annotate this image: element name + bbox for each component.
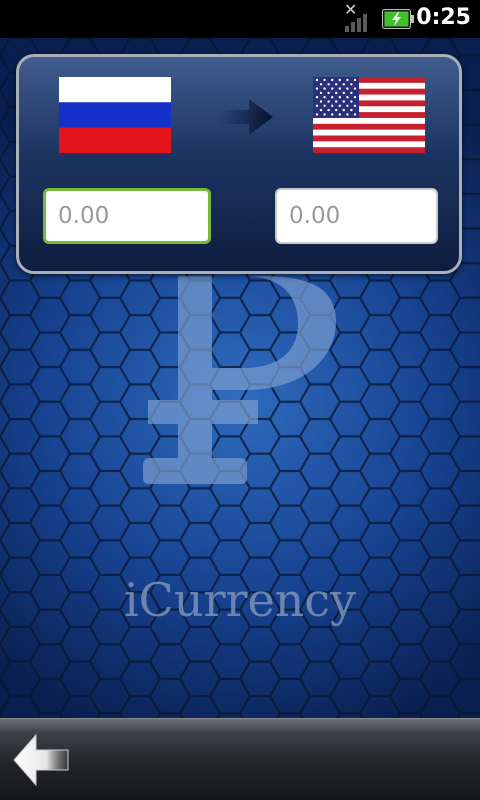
signal-icon [345, 14, 367, 32]
usa-flag-icon[interactable] [313, 77, 425, 153]
from-amount-field[interactable]: 0.00 [43, 188, 211, 244]
battery-charging-icon [382, 9, 414, 29]
app-screen: ✕ 0:25 iCurrency 0.00 0.00 [0, 0, 480, 800]
russia-flag-icon[interactable] [59, 77, 171, 153]
back-arrow-icon[interactable] [10, 731, 74, 789]
converter-panel: 0.00 0.00 [16, 54, 462, 274]
status-bar: ✕ 0:25 [0, 0, 480, 38]
to-amount-field[interactable]: 0.00 [275, 188, 438, 244]
bottom-toolbar [0, 718, 480, 800]
app-name-watermark: iCurrency [124, 573, 356, 627]
arrow-right-icon [217, 99, 273, 135]
clock-time: 0:25 [416, 5, 471, 30]
